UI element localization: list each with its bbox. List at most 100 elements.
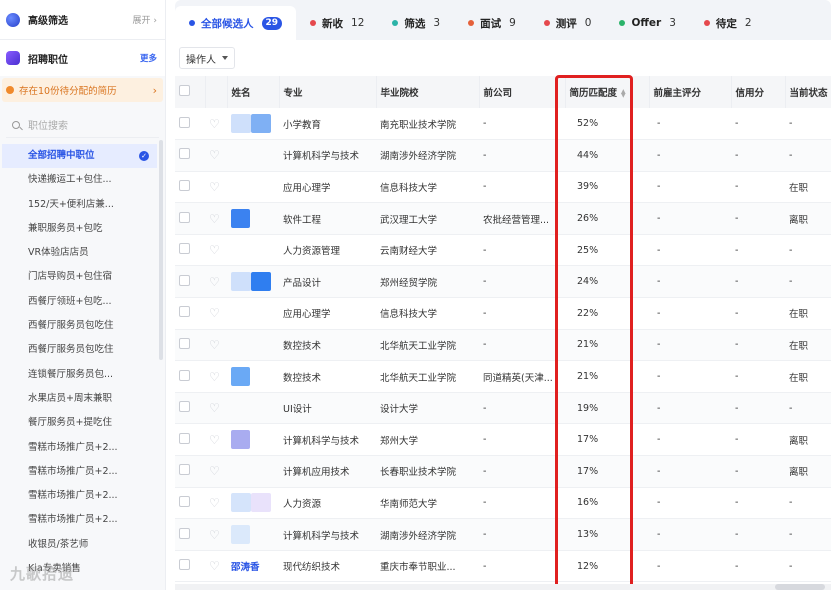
row-checkbox[interactable]	[179, 179, 190, 191]
name-cell[interactable]	[227, 423, 279, 457]
row-checkbox[interactable]	[179, 432, 190, 444]
row-checkbox[interactable]	[179, 495, 190, 507]
row-checkbox[interactable]	[179, 148, 190, 160]
prev-company-cell: -	[479, 234, 565, 267]
row-checkbox[interactable]	[179, 337, 190, 349]
row-checkbox[interactable]	[179, 401, 190, 413]
advanced-filter-header[interactable]: 高级筛选 展开	[0, 0, 165, 40]
row-checkbox[interactable]	[179, 369, 190, 381]
name-cell[interactable]	[227, 487, 279, 520]
table-row[interactable]: ♡ 邵涛香 现代纺织技术 重庆市奉节职业... -12% - - -	[175, 550, 831, 583]
heart-icon[interactable]: ♡	[209, 338, 220, 352]
sidebar-job-item[interactable]: 餐厅服务员+提吃住	[0, 411, 165, 435]
sidebar-job-item[interactable]: 快递搬运工+包住...	[0, 168, 165, 192]
table-row[interactable]: ♡ 计算机科学与技术 郑州大学 -17% - - 离职	[175, 423, 831, 457]
heart-icon[interactable]: ♡	[209, 401, 220, 415]
job-search-input[interactable]: 职位搜索	[6, 112, 159, 138]
row-checkbox[interactable]	[179, 527, 190, 539]
name-cell[interactable]	[227, 171, 279, 204]
sidebar-job-item[interactable]: 152/天+便利店兼...	[0, 193, 165, 217]
heart-icon[interactable]: ♡	[209, 212, 220, 226]
heart-icon[interactable]: ♡	[209, 433, 220, 447]
expand-button[interactable]: 展开	[133, 13, 157, 26]
tab-5[interactable]: Offer 3	[605, 6, 689, 40]
job-more-link[interactable]: 更多	[140, 52, 157, 64]
heart-icon[interactable]: ♡	[209, 117, 220, 131]
sidebar-job-item[interactable]: 兼职服务员+包吃	[0, 217, 165, 241]
row-checkbox[interactable]	[179, 306, 190, 318]
table-row[interactable]: ♡ 计算机应用技术 长春职业技术学院 -17% - - 离职	[175, 455, 831, 488]
sidebar-job-item[interactable]: 雪糕市场推广员+2...	[0, 460, 165, 484]
sidebar-job-item[interactable]: 雪糕市场推广员+2...	[0, 508, 165, 532]
row-checkbox[interactable]	[179, 243, 190, 255]
heart-icon[interactable]: ♡	[209, 528, 220, 542]
name-cell[interactable]	[227, 329, 279, 362]
horizontal-scrollbar[interactable]	[175, 584, 831, 590]
sidebar-job-item[interactable]: 连锁餐厅服务员包...	[0, 363, 165, 387]
heart-icon[interactable]: ♡	[209, 370, 220, 384]
heart-icon[interactable]: ♡	[209, 148, 220, 162]
tab-6[interactable]: 待定 2	[690, 6, 766, 40]
name-cell[interactable]	[227, 265, 279, 299]
table-row[interactable]: ♡ 数控技术 北华航天工业学院 同道精英(天津... 21% - - 在职	[175, 360, 831, 393]
heart-icon[interactable]: ♡	[209, 559, 220, 573]
sort-icon[interactable]: ▲ ▼	[621, 88, 626, 98]
tab-4[interactable]: 测评 0	[530, 6, 606, 40]
tab-3[interactable]: 面试 9	[454, 6, 530, 40]
avatar	[231, 114, 251, 134]
name-cell[interactable]	[227, 234, 279, 267]
sidebar-job-item[interactable]: 雪糕市场推广员+2...	[0, 484, 165, 508]
table-row[interactable]: ♡ 计算机科学与技术 湖南涉外经济学院 -44% - - -	[175, 139, 831, 172]
name-cell[interactable]	[227, 392, 279, 425]
tab-0[interactable]: 全部候选人 29	[175, 6, 297, 40]
sidebar-scrollbar[interactable]	[159, 140, 163, 360]
sidebar-job-item[interactable]: 西餐厅领班+包吃...	[0, 290, 165, 314]
col-header-major: 专业	[279, 76, 377, 108]
heart-icon[interactable]: ♡	[209, 496, 220, 510]
row-checkbox[interactable]	[179, 116, 190, 128]
sidebar-job-item[interactable]: 西餐厅服务员包吃住	[0, 338, 165, 362]
heart-icon[interactable]: ♡	[209, 180, 220, 194]
candidate-name[interactable]: 邵涛香	[231, 562, 260, 573]
tab-2[interactable]: 筛选 3	[378, 6, 454, 40]
heart-icon[interactable]: ♡	[209, 464, 220, 478]
table-row[interactable]: ♡ 小学教育 南充职业技术学院 -52% - - -	[175, 108, 831, 141]
sidebar-item-all-jobs[interactable]: 全部招聘中职位 ✓	[2, 144, 157, 169]
table-row[interactable]: ♡ UI设计 设计大学 -19% - - -	[175, 392, 831, 425]
name-cell[interactable]	[227, 108, 279, 141]
sidebar-job-item[interactable]: 收银员/茶艺师	[0, 533, 165, 557]
name-cell[interactable]	[227, 455, 279, 488]
heart-icon[interactable]: ♡	[209, 306, 220, 320]
scroll-thumb[interactable]	[775, 584, 825, 590]
row-checkbox[interactable]	[179, 559, 190, 571]
table-row[interactable]: ♡ 软件工程 武汉理工大学 农批经营管理... 26% - - 离职	[175, 202, 831, 235]
table-row[interactable]: ♡ 应用心理学 信息科技大学 -39% - - 在职	[175, 171, 831, 204]
sidebar-job-item[interactable]: 雪糕市场推广员+2...	[0, 436, 165, 460]
name-cell[interactable]	[227, 518, 279, 551]
table-row[interactable]: ♡ 产品设计 郑州经贸学院 -24% - - -	[175, 265, 831, 299]
sidebar-job-item[interactable]: 西餐厅服务员包吃住	[0, 314, 165, 338]
operator-dropdown[interactable]: 操作人	[179, 47, 235, 69]
table-row[interactable]: ♡ 应用心理学 信息科技大学 -22% - - 在职	[175, 297, 831, 330]
sidebar-job-item[interactable]: 门店导购员+包住宿	[0, 265, 165, 289]
table-row[interactable]: ♡ 人力资源管理 云南财经大学 -25% - - -	[175, 234, 831, 267]
tab-1[interactable]: 新收 12	[296, 6, 378, 40]
row-checkbox[interactable]	[179, 274, 190, 286]
sidebar-job-item[interactable]: 水果店员+周末兼职	[0, 387, 165, 411]
name-cell[interactable]	[227, 360, 279, 393]
col-header-match[interactable]: 简历匹配度 ▲ ▼	[565, 76, 650, 108]
select-all-checkbox[interactable]	[179, 85, 190, 96]
name-cell[interactable]	[227, 297, 279, 330]
name-cell[interactable]: 邵涛香	[227, 550, 279, 583]
name-cell[interactable]	[227, 202, 279, 235]
unassigned-resume-alert[interactable]: 存在10份待分配的简历 ›	[2, 78, 163, 102]
table-row[interactable]: ♡ 数控技术 北华航天工业学院 -21% - - 在职	[175, 329, 831, 362]
sidebar-job-item[interactable]: VR体验店店员	[0, 241, 165, 265]
name-cell[interactable]	[227, 139, 279, 172]
table-row[interactable]: ♡ 计算机科学与技术 湖南涉外经济学院 -13% - - -	[175, 518, 831, 551]
table-row[interactable]: ♡ 人力资源 华南师范大学 -16% - - -	[175, 487, 831, 520]
heart-icon[interactable]: ♡	[209, 275, 220, 289]
row-checkbox[interactable]	[179, 464, 190, 476]
heart-icon[interactable]: ♡	[209, 243, 220, 257]
row-checkbox[interactable]	[179, 211, 190, 223]
